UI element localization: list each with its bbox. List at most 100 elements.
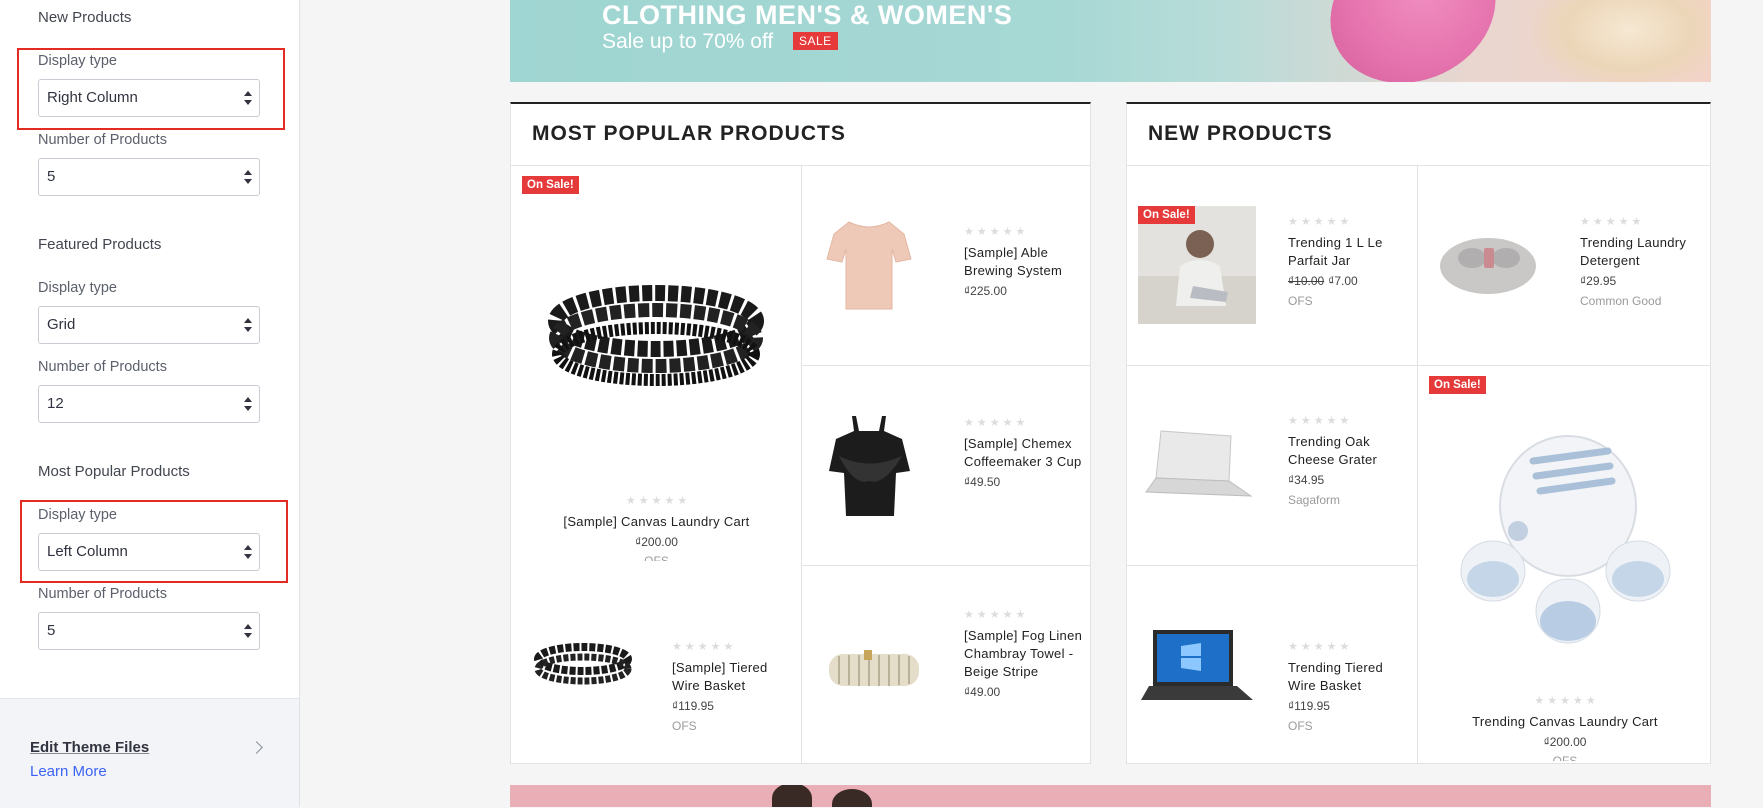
- product-card[interactable]: ★ ★ ★ ★ ★ Trending Tiered Wire Basket ₫119.9…: [1127, 566, 1418, 763]
- most-popular-display-select[interactable]: Left Column: [38, 533, 260, 571]
- new-products-display-select[interactable]: Right Column: [38, 79, 260, 117]
- rating-stars: ★ ★ ★ ★ ★: [1288, 216, 1350, 228]
- stepper-arrows-icon: [244, 170, 252, 186]
- select-arrows-icon: [244, 318, 252, 334]
- product-card[interactable]: ★ ★ ★ ★ ★ Trending Oak Cheese Grater ₫34.95 …: [1127, 366, 1418, 566]
- most-popular-display-value: Left Column: [47, 543, 128, 560]
- banner-headline: CLOTHING MEN'S & WOMEN'S: [602, 0, 1013, 30]
- product-info: ★ ★ ★ ★ ★ [Sample] Canvas Laundry Cart ₫200.…: [511, 494, 802, 561]
- product-name[interactable]: [Sample] Chemex Coffeemaker 3 Cup: [964, 435, 1084, 471]
- product-name[interactable]: [Sample] Canvas Laundry Cart: [511, 513, 802, 531]
- most-popular-number-label: Number of Products: [38, 586, 167, 602]
- product-price: ₫119.95: [1288, 699, 1330, 713]
- new-products-panel-title: NEW PRODUCTS: [1148, 122, 1333, 145]
- product-price: ₫34.95: [1288, 473, 1325, 487]
- product-price: ₫200.00: [635, 535, 678, 549]
- on-sale-badge: On Sale!: [1429, 376, 1486, 394]
- product-card[interactable]: On Sale! ★ ★ ★ ★ ★ Trending Canvas Laundry C…: [1418, 366, 1710, 763]
- handheld-massager-image: [1460, 435, 1671, 644]
- product-card[interactable]: ★ ★ ★ ★ ★ [Sample] Tiered Wire Basket ₫119.9…: [511, 566, 802, 763]
- rating-stars: ★ ★ ★ ★ ★: [625, 495, 688, 507]
- bracelet-image: [534, 643, 632, 685]
- featured-products-number-stepper[interactable]: 12: [38, 385, 260, 423]
- banner-sale-badge: SALE: [793, 32, 838, 50]
- rating-stars: ★ ★ ★ ★ ★: [964, 226, 1026, 238]
- towel-image: [829, 650, 919, 686]
- product-brand: Sagaform: [1288, 493, 1341, 507]
- product-sale-price: ₫7.00: [1328, 274, 1358, 288]
- product-price: ₫10.00 ₫7.00: [1288, 274, 1413, 288]
- product-info: ★ ★ ★ ★ ★ Trending Tiered Wire Basket ₫119.9…: [1288, 640, 1413, 733]
- black-top-image: [829, 416, 910, 516]
- product-price: ₫49.00: [964, 685, 1001, 699]
- product-name[interactable]: Trending 1 L Le Parfait Jar: [1288, 234, 1413, 270]
- most-popular-products-panel: MOST POPULAR PRODUCTS On Sale! ★ ★ ★ ★ ★ [Sa…: [510, 102, 1091, 764]
- banner-subtext: Sale up to 70% off: [602, 30, 774, 53]
- featured-products-number-value: 12: [47, 395, 64, 412]
- product-price: ₫119.95: [672, 699, 714, 713]
- product-card[interactable]: ★ ★ ★ ★ ★ [Sample] Chemex Coffeemaker 3 Cup …: [802, 366, 1090, 566]
- product-name[interactable]: [Sample] Fog Linen Chambray Towel - Beig…: [964, 627, 1084, 681]
- product-name[interactable]: Trending Canvas Laundry Cart: [1418, 713, 1710, 731]
- featured-products-display-select[interactable]: Grid: [38, 306, 260, 344]
- rating-stars: ★ ★ ★ ★ ★: [1580, 216, 1642, 228]
- product-name[interactable]: Trending Oak Cheese Grater: [1288, 433, 1413, 469]
- select-arrows-icon: [244, 545, 252, 561]
- banner-model-head: [772, 785, 812, 807]
- new-products-panel: NEW PRODUCTS On Sale! ★ ★ ★ ★ ★ Trending 1 L…: [1126, 102, 1711, 764]
- product-brand: OFS: [672, 719, 697, 733]
- product-brand: OFS: [1288, 294, 1313, 308]
- rating-stars: ★ ★ ★ ★ ★: [1534, 695, 1596, 707]
- product-card[interactable]: ★ ★ ★ ★ ★ [Sample] Fog Linen Chambray Towel …: [802, 566, 1090, 763]
- product-card[interactable]: On Sale! ★ ★ ★ ★ ★ Trending 1 L Le Parfait J…: [1127, 166, 1418, 366]
- product-info: ★ ★ ★ ★ ★ Trending Oak Cheese Grater ₫34.95 …: [1288, 414, 1413, 507]
- rating-stars: ★ ★ ★ ★ ★: [964, 609, 1026, 621]
- new-products-number-stepper[interactable]: 5: [38, 158, 260, 196]
- product-info: ★ ★ ★ ★ ★ [Sample] Chemex Coffeemaker 3 Cup …: [964, 416, 1084, 489]
- product-name[interactable]: [Sample] Tiered Wire Basket: [672, 659, 797, 695]
- product-card[interactable]: ★ ★ ★ ★ ★ [Sample] Able Brewing System ₫225.…: [802, 166, 1090, 366]
- featured-products-display-value: Grid: [47, 316, 76, 333]
- bottom-banner[interactable]: [510, 785, 1711, 807]
- top-sale-banner[interactable]: CLOTHING MEN'S & WOMEN'S Sale up to 70% …: [510, 0, 1711, 82]
- on-sale-badge: On Sale!: [1138, 206, 1195, 224]
- featured-products-section-title: Featured Products: [38, 236, 162, 253]
- product-info: ★ ★ ★ ★ ★ Trending Laundry Detergent ₫29.95 …: [1580, 215, 1705, 308]
- learn-more-link[interactable]: Learn More: [30, 763, 107, 780]
- product-brand: OFS: [1288, 719, 1313, 733]
- store-preview: CLOTHING MEN'S & WOMEN'S Sale up to 70% …: [300, 0, 1763, 807]
- product-price: ₫29.95: [1580, 274, 1617, 288]
- product-card[interactable]: On Sale! ★ ★ ★ ★ ★ [Sample] Canvas Laundry C…: [511, 166, 802, 566]
- product-price: ₫200.00: [1543, 735, 1587, 749]
- product-info: ★ ★ ★ ★ ★ Trending 1 L Le Parfait Jar ₫10.00…: [1288, 215, 1413, 308]
- product-info: ★ ★ ★ ★ ★ [Sample] Able Brewing System ₫225.…: [964, 225, 1084, 298]
- featured-products-display-label: Display type: [38, 280, 117, 296]
- product-card[interactable]: ★ ★ ★ ★ ★ Trending Laundry Detergent ₫29.95 …: [1418, 166, 1710, 366]
- most-popular-number-value: 5: [47, 622, 56, 639]
- product-name[interactable]: Trending Laundry Detergent: [1580, 234, 1705, 270]
- tshirt-image: [826, 221, 912, 310]
- product-brand: Common Good: [1580, 294, 1662, 308]
- new-products-section-title: New Products: [38, 9, 132, 26]
- stepper-arrows-icon: [244, 624, 252, 640]
- product-price: ₫225.00: [964, 284, 1007, 298]
- laptop-image: [1145, 430, 1253, 497]
- rating-stars: ★ ★ ★ ★ ★: [1288, 415, 1350, 427]
- sidebar-footer: Edit Theme Files Learn More: [0, 698, 299, 808]
- new-products-display-value: Right Column: [47, 89, 138, 106]
- chevron-right-icon[interactable]: [250, 741, 263, 754]
- bracelet-image: [548, 285, 764, 386]
- product-price: ₫49.50: [964, 475, 1001, 489]
- product-info: ★ ★ ★ ★ ★ Trending Canvas Laundry Cart ₫200.…: [1418, 694, 1710, 761]
- product-name[interactable]: [Sample] Able Brewing System: [964, 244, 1084, 280]
- massager-cushion-image: [1440, 238, 1536, 294]
- product-brand: OFS: [1552, 754, 1578, 761]
- new-products-display-label: Display type: [38, 53, 117, 69]
- featured-products-number-label: Number of Products: [38, 359, 167, 375]
- product-info: ★ ★ ★ ★ ★ [Sample] Tiered Wire Basket ₫119.9…: [672, 640, 797, 733]
- product-old-price: ₫10.00: [1288, 274, 1325, 288]
- product-name[interactable]: Trending Tiered Wire Basket: [1288, 659, 1413, 695]
- edit-theme-files-link[interactable]: Edit Theme Files: [30, 739, 149, 756]
- most-popular-display-label: Display type: [38, 507, 117, 523]
- most-popular-number-stepper[interactable]: 5: [38, 612, 260, 650]
